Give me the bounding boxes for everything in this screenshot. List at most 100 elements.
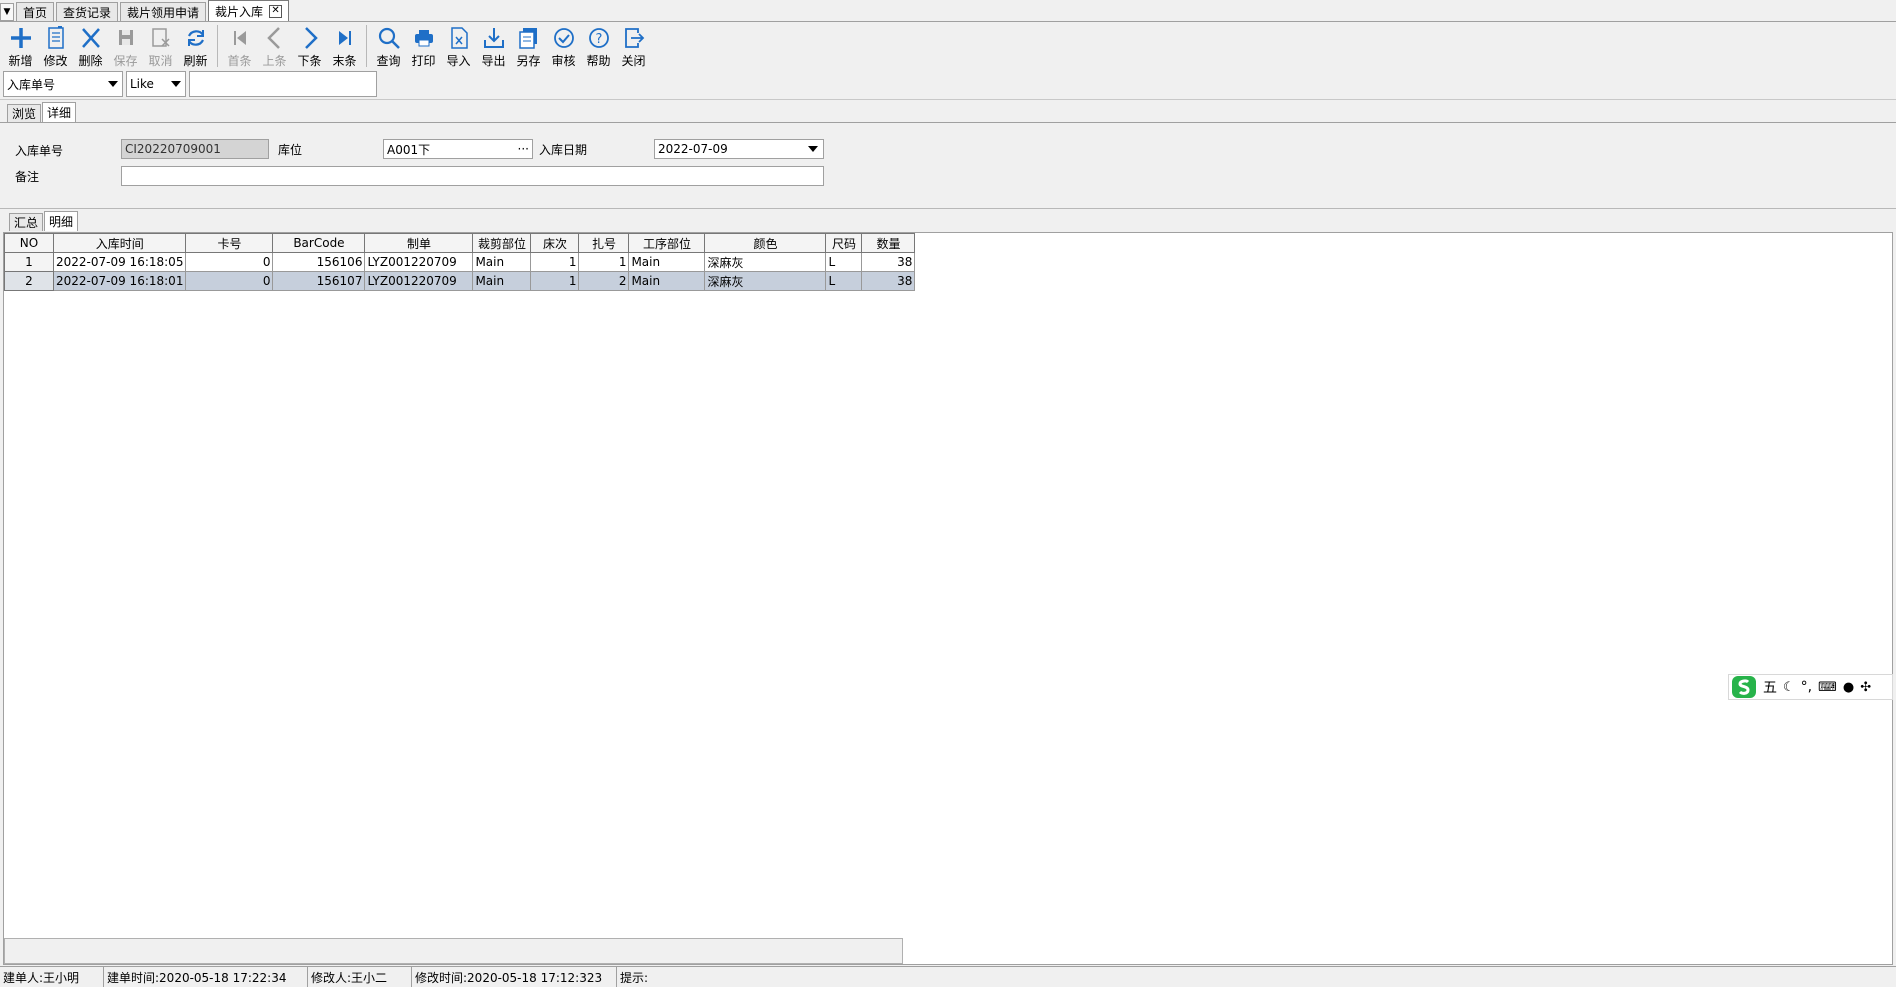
column-header[interactable]: 尺码 [825, 233, 863, 253]
cell-bed-no[interactable]: 1 [530, 271, 580, 291]
cell-order[interactable]: LYZ001220709 [364, 252, 474, 272]
document-edit-icon [47, 26, 64, 49]
filter-operator-value: Like [130, 77, 154, 91]
table-row[interactable]: 1 2022-07-09 16:18:05 0 156106 LYZ001220… [4, 252, 916, 272]
export-button[interactable]: 导出 [476, 23, 511, 69]
tab-detail[interactable]: 详细 [42, 102, 77, 122]
filter-operator-select[interactable]: Like [126, 71, 186, 97]
floppy-disk-icon [118, 30, 133, 45]
column-header[interactable]: BarCode [272, 233, 366, 253]
tab-list-dropdown[interactable]: ▼ [0, 3, 14, 21]
import-label: 导入 [446, 54, 471, 68]
save-button[interactable]: 保存 [108, 23, 143, 69]
remark-input[interactable] [121, 166, 824, 186]
divider [0, 208, 1896, 209]
column-header[interactable]: 数量 [861, 233, 916, 253]
cross-icon [81, 28, 100, 48]
document-cancel-icon [151, 28, 170, 47]
column-header[interactable]: 裁剪部位 [472, 233, 532, 253]
tab-cut-piece-warehousing[interactable]: 裁片入库 ✕ [208, 0, 290, 21]
row-number[interactable]: 1 [4, 252, 54, 272]
cell-inbound-time[interactable]: 2022-07-09 16:18:05 [52, 252, 187, 272]
user-icon: ● [1842, 679, 1855, 695]
new-label: 新增 [8, 54, 33, 68]
horizontal-scrollbar[interactable] [4, 938, 903, 964]
remark-label: 备注 [15, 170, 40, 184]
next-label: 下条 [297, 54, 322, 68]
cell-barcode[interactable]: 156106 [272, 252, 366, 272]
column-header[interactable]: 工序部位 [628, 233, 706, 253]
date-picker[interactable]: 2022-07-09 [654, 139, 824, 159]
column-header[interactable]: 扎号 [578, 233, 630, 253]
cell-color[interactable]: 深麻灰 [704, 271, 827, 291]
next-record-button[interactable]: 下条 [292, 23, 327, 69]
cell-bundle-no[interactable]: 1 [578, 252, 630, 272]
tab-line-items[interactable]: 明细 [44, 211, 79, 231]
close-tab-icon[interactable]: ✕ [269, 4, 283, 18]
cell-process-part[interactable]: Main [628, 271, 706, 291]
delete-button[interactable]: 删除 [73, 23, 108, 69]
tab-cut-piece-request[interactable]: 裁片领用申请 [120, 2, 207, 21]
column-header[interactable]: 卡号 [185, 233, 274, 253]
tab-summary[interactable]: 汇总 [9, 213, 44, 231]
skip-last-icon [338, 31, 351, 45]
cell-cut-part[interactable]: Main [472, 271, 532, 291]
detail-tabs: 汇总 明细 [9, 211, 79, 231]
filter-value-input[interactable] [189, 71, 377, 97]
location-field[interactable]: A001下 ··· [383, 139, 533, 159]
cell-color[interactable]: 深麻灰 [704, 252, 827, 272]
tab-label: 汇总 [14, 216, 39, 230]
detail-grid: NO 入库时间 卡号 BarCode 制单 裁剪部位 床次 扎号 工序部位 颜色… [3, 232, 1893, 965]
close-button[interactable]: 关闭 [616, 23, 651, 69]
cell-card-no[interactable]: 0 [185, 271, 274, 291]
first-record-button[interactable]: 首条 [222, 23, 257, 69]
import-button[interactable]: 导入 [441, 23, 476, 69]
query-button[interactable]: 查询 [371, 23, 406, 69]
ime-toolbar[interactable]: 五 ☾ °, ⌨ ● ✣ [1728, 674, 1893, 700]
cancel-button[interactable]: 取消 [143, 23, 178, 69]
cell-cut-part[interactable]: Main [472, 252, 532, 272]
cell-bed-no[interactable]: 1 [530, 252, 580, 272]
new-button[interactable]: 新增 [3, 23, 38, 69]
cell-quantity[interactable]: 38 [861, 271, 916, 291]
status-modifier: 修改人:王小二 [308, 967, 412, 987]
ime-punctuation: °, [1800, 679, 1813, 695]
prev-record-button[interactable]: 上条 [257, 23, 292, 69]
cell-card-no[interactable]: 0 [185, 252, 274, 272]
table-row[interactable]: 2 2022-07-09 16:18:01 0 156107 LYZ001220… [4, 271, 916, 291]
row-number[interactable]: 2 [4, 271, 54, 291]
column-header[interactable]: NO [4, 233, 54, 253]
cell-bundle-no[interactable]: 2 [578, 271, 630, 291]
view-tabs: 浏览 详细 [7, 102, 77, 122]
column-header[interactable]: 床次 [530, 233, 580, 253]
delete-label: 删除 [78, 54, 103, 68]
print-button[interactable]: 打印 [406, 23, 441, 69]
tab-home[interactable]: 首页 [16, 2, 55, 21]
save-as-button[interactable]: 另存 [511, 23, 546, 69]
tab-browse[interactable]: 浏览 [7, 104, 42, 122]
tab-inspection-records[interactable]: 查货记录 [56, 2, 119, 21]
cell-barcode[interactable]: 156107 [272, 271, 366, 291]
cell-quantity[interactable]: 38 [861, 252, 916, 272]
column-header[interactable]: 制单 [364, 233, 474, 253]
column-header[interactable]: 入库时间 [52, 233, 187, 253]
column-header[interactable]: 颜色 [704, 233, 827, 253]
exit-icon [624, 28, 644, 48]
filter-field-select[interactable]: 入库单号 [3, 71, 123, 97]
cell-size[interactable]: L [825, 252, 863, 272]
location-value: A001下 [387, 142, 431, 157]
cell-process-part[interactable]: Main [628, 252, 706, 272]
edit-button[interactable]: 修改 [38, 23, 73, 69]
audit-button[interactable]: 审核 [546, 23, 581, 69]
divider [0, 122, 1896, 123]
cell-size[interactable]: L [825, 271, 863, 291]
cell-inbound-time[interactable]: 2022-07-09 16:18:01 [52, 271, 187, 291]
help-button[interactable]: ? 帮助 [581, 23, 616, 69]
cell-order[interactable]: LYZ001220709 [364, 271, 474, 291]
refresh-button[interactable]: 刷新 [178, 23, 213, 69]
ellipsis-icon[interactable]: ··· [518, 142, 529, 156]
order-no-field[interactable]: CI20220709001 [121, 139, 269, 159]
chevron-right-icon [304, 27, 318, 49]
last-record-button[interactable]: 末条 [327, 23, 362, 69]
cancel-label: 取消 [148, 54, 173, 68]
